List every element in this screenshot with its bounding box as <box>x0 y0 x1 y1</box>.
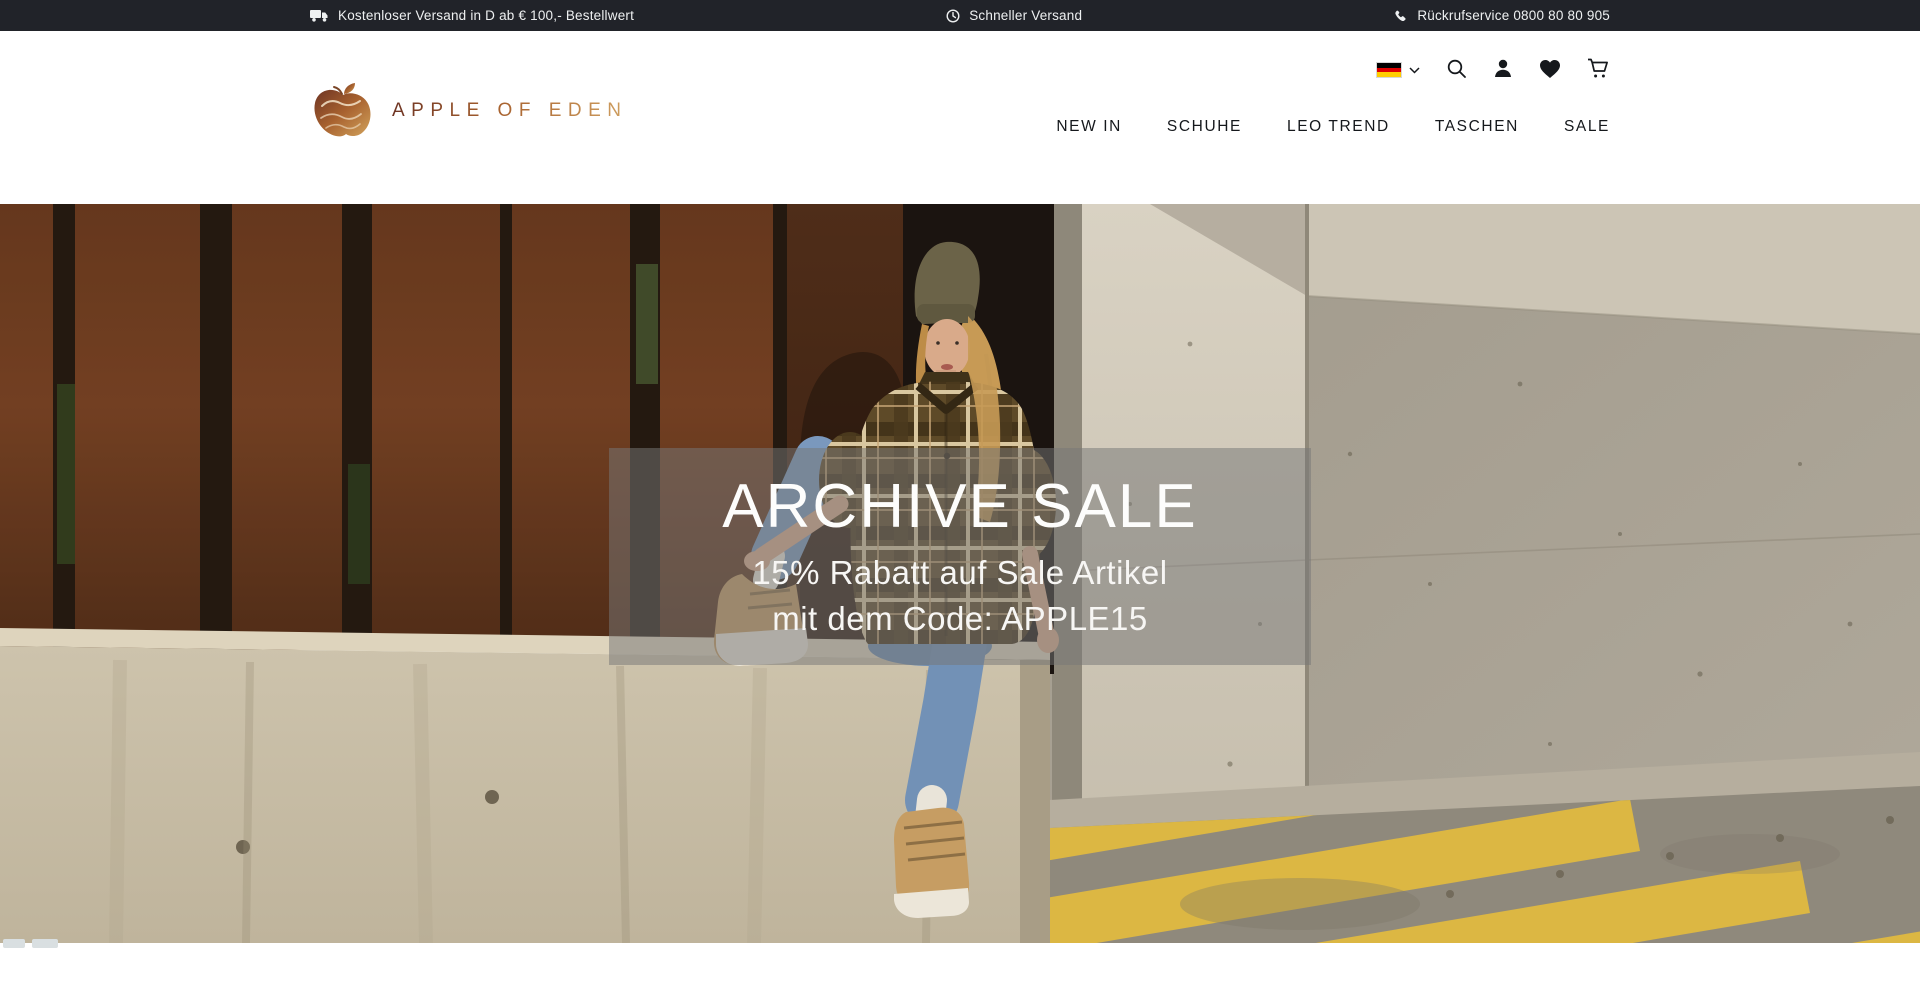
page-bottom-strip <box>0 943 1920 993</box>
nav-schuhe[interactable]: SCHUHE <box>1167 118 1242 136</box>
hero-subtitle: 15% Rabatt auf Sale Artikel <box>752 552 1167 593</box>
truck-icon <box>310 9 329 22</box>
bottom-chip <box>32 939 58 948</box>
phone-icon <box>1394 9 1408 23</box>
main-nav: NEW IN SCHUHE LEO TREND TASCHEN SALE <box>1056 118 1610 136</box>
nav-leo-trend[interactable]: LEO TREND <box>1287 118 1390 136</box>
nav-sale[interactable]: SALE <box>1564 118 1610 136</box>
wishlist-heart-icon <box>1539 59 1561 82</box>
apple-of-eden-logo-icon <box>310 81 376 141</box>
brand-logo[interactable]: APPLE OF EDEN <box>310 81 628 141</box>
wishlist-button[interactable] <box>1539 59 1561 82</box>
hero-code-line: mit dem Code: APPLE15 <box>772 598 1148 639</box>
search-icon <box>1446 58 1467 82</box>
usp-fast-shipping: Schneller Versand <box>946 8 1082 23</box>
site-header: APPLE OF EDEN <box>0 31 1920 204</box>
chevron-down-icon <box>1409 61 1420 79</box>
cart-icon <box>1587 58 1610 82</box>
usp-callback-service: Rückrufservice 0800 80 80 905 <box>1394 8 1610 23</box>
account-icon <box>1493 58 1513 82</box>
hero-promo-panel: ARCHIVE SALE 15% Rabatt auf Sale Artikel… <box>609 448 1311 665</box>
hero-banner: ARCHIVE SALE 15% Rabatt auf Sale Artikel… <box>0 204 1920 943</box>
nav-taschen[interactable]: TASCHEN <box>1435 118 1519 136</box>
usp-fast-shipping-label: Schneller Versand <box>969 8 1082 23</box>
cart-button[interactable] <box>1587 58 1610 82</box>
usp-free-shipping: Kostenloser Versand in D ab € 100,- Best… <box>310 8 634 23</box>
account-button[interactable] <box>1493 58 1513 82</box>
locale-switcher[interactable] <box>1376 61 1420 79</box>
clock-icon <box>946 9 960 23</box>
hero-title: ARCHIVE SALE <box>722 474 1197 539</box>
bottom-chip <box>3 939 25 948</box>
germany-flag-icon <box>1376 62 1402 78</box>
usp-callback-label: Rückrufservice 0800 80 80 905 <box>1417 8 1610 23</box>
brand-wordmark: APPLE OF EDEN <box>392 100 628 122</box>
nav-new-in[interactable]: NEW IN <box>1056 118 1122 136</box>
search-button[interactable] <box>1446 58 1467 82</box>
usp-free-shipping-label: Kostenloser Versand in D ab € 100,- Best… <box>338 8 634 23</box>
announcement-bar: Kostenloser Versand in D ab € 100,- Best… <box>0 0 1920 31</box>
